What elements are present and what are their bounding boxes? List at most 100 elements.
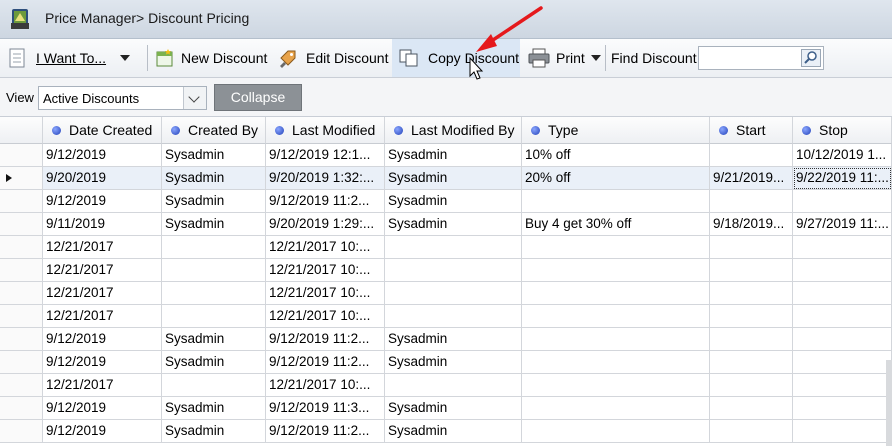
cell-type[interactable] (522, 328, 710, 351)
cell-last-modified-by[interactable] (385, 374, 522, 397)
cell-created-by[interactable]: Sysadmin (162, 144, 266, 167)
row-indicator[interactable] (0, 167, 43, 190)
table-row[interactable]: 9/12/2019 Sysadmin 9/12/2019 12:1... Sysadm… (0, 144, 892, 167)
column-header-last-modified-by[interactable]: Last Modified By (385, 117, 522, 144)
row-indicator[interactable] (0, 259, 43, 282)
cell-start[interactable] (710, 236, 793, 259)
cell-date-created[interactable]: 9/12/2019 (43, 190, 162, 213)
collapse-button[interactable]: Collapse (214, 84, 302, 111)
vertical-scrollbar[interactable] (886, 360, 892, 446)
cell-last-modified-by[interactable] (385, 305, 522, 328)
cell-last-modified[interactable]: 12/21/2017 10:... (266, 259, 385, 282)
row-indicator[interactable] (0, 420, 43, 443)
cell-start[interactable] (710, 328, 793, 351)
cell-start[interactable] (710, 144, 793, 167)
cell-created-by[interactable] (162, 259, 266, 282)
cell-date-created[interactable]: 9/12/2019 (43, 420, 162, 443)
cell-type[interactable]: 10% off (522, 144, 710, 167)
new-discount-button[interactable]: New Discount (155, 39, 267, 77)
cell-date-created[interactable]: 12/21/2017 (43, 259, 162, 282)
cell-type[interactable] (522, 190, 710, 213)
column-header-last-modified[interactable]: Last Modified (266, 117, 385, 144)
cell-date-created[interactable]: 12/21/2017 (43, 236, 162, 259)
column-header-start[interactable]: Start (710, 117, 793, 144)
cell-created-by[interactable] (162, 282, 266, 305)
view-select[interactable]: Active Discounts (38, 86, 207, 110)
table-row[interactable]: 9/12/2019 Sysadmin 9/12/2019 11:2... Sysadm… (0, 351, 892, 374)
cell-last-modified[interactable]: 12/21/2017 10:... (266, 374, 385, 397)
row-indicator[interactable] (0, 351, 43, 374)
cell-type[interactable] (522, 351, 710, 374)
table-row[interactable]: 12/21/2017 12/21/2017 10:... (0, 282, 892, 305)
cell-last-modified-by[interactable] (385, 236, 522, 259)
cell-last-modified[interactable]: 9/12/2019 11:2... (266, 328, 385, 351)
cell-created-by[interactable]: Sysadmin (162, 397, 266, 420)
cell-created-by[interactable]: Sysadmin (162, 351, 266, 374)
row-indicator[interactable] (0, 305, 43, 328)
cell-date-created[interactable]: 9/12/2019 (43, 397, 162, 420)
cell-stop[interactable] (793, 236, 892, 259)
cell-created-by[interactable]: Sysadmin (162, 328, 266, 351)
cell-last-modified[interactable]: 9/20/2019 1:29:... (266, 213, 385, 236)
copy-discount-button[interactable]: Copy Discount (392, 39, 520, 77)
cell-start[interactable] (710, 397, 793, 420)
cell-last-modified-by[interactable]: Sysadmin (385, 167, 522, 190)
view-dropdown-button[interactable] (183, 87, 206, 109)
cell-date-created[interactable]: 9/20/2019 (43, 167, 162, 190)
cell-date-created[interactable]: 12/21/2017 (43, 305, 162, 328)
cell-start[interactable] (710, 190, 793, 213)
cell-last-modified-by[interactable]: Sysadmin (385, 144, 522, 167)
row-indicator[interactable] (0, 374, 43, 397)
row-indicator[interactable] (0, 397, 43, 420)
cell-type[interactable] (522, 420, 710, 443)
cell-created-by[interactable]: Sysadmin (162, 190, 266, 213)
cell-created-by[interactable] (162, 236, 266, 259)
cell-start[interactable] (710, 420, 793, 443)
cell-last-modified[interactable]: 9/12/2019 12:1... (266, 144, 385, 167)
cell-stop[interactable] (793, 328, 892, 351)
cell-type[interactable] (522, 259, 710, 282)
cell-last-modified[interactable]: 12/21/2017 10:... (266, 282, 385, 305)
column-header-stop[interactable]: Stop (793, 117, 892, 144)
cell-stop[interactable] (793, 351, 892, 374)
cell-stop[interactable] (793, 190, 892, 213)
cell-stop[interactable] (793, 282, 892, 305)
cell-stop[interactable] (793, 259, 892, 282)
cell-start[interactable] (710, 282, 793, 305)
cell-start[interactable] (710, 374, 793, 397)
cell-last-modified[interactable]: 9/12/2019 11:2... (266, 190, 385, 213)
cell-date-created[interactable]: 9/12/2019 (43, 144, 162, 167)
table-row[interactable]: 9/12/2019 Sysadmin 9/12/2019 11:3... Sysadm… (0, 397, 892, 420)
row-indicator[interactable] (0, 328, 43, 351)
cell-created-by[interactable] (162, 374, 266, 397)
table-row[interactable]: 12/21/2017 12/21/2017 10:... (0, 305, 892, 328)
cell-stop[interactable] (793, 420, 892, 443)
cell-stop[interactable] (793, 397, 892, 420)
cell-start[interactable]: 9/18/2019... (710, 213, 793, 236)
row-indicator[interactable] (0, 213, 43, 236)
find-discount-input[interactable] (698, 46, 824, 70)
cell-type[interactable] (522, 236, 710, 259)
cell-last-modified[interactable]: 9/20/2019 1:32:... (266, 167, 385, 190)
cell-stop[interactable]: 9/27/2019 11:... (793, 213, 892, 236)
cell-date-created[interactable]: 9/12/2019 (43, 328, 162, 351)
table-row[interactable]: 9/11/2019 Sysadmin 9/20/2019 1:29:... Sysad… (0, 213, 892, 236)
cell-last-modified-by[interactable]: Sysadmin (385, 397, 522, 420)
cell-last-modified-by[interactable]: Sysadmin (385, 190, 522, 213)
cell-date-created[interactable]: 12/21/2017 (43, 282, 162, 305)
cell-type[interactable] (522, 305, 710, 328)
cell-type[interactable]: 20% off (522, 167, 710, 190)
table-row[interactable]: 9/12/2019 Sysadmin 9/12/2019 11:2... Sysadm… (0, 328, 892, 351)
i-want-to-menu[interactable]: I Want To... (8, 39, 144, 77)
column-header-created-by[interactable]: Created By (162, 117, 266, 144)
column-header-type[interactable]: Type (522, 117, 710, 144)
cell-start[interactable] (710, 351, 793, 374)
cell-start[interactable] (710, 259, 793, 282)
row-indicator[interactable] (0, 190, 43, 213)
cell-last-modified[interactable]: 12/21/2017 10:... (266, 305, 385, 328)
cell-stop[interactable] (793, 305, 892, 328)
table-row[interactable]: 12/21/2017 12/21/2017 10:... (0, 259, 892, 282)
cell-last-modified-by[interactable]: Sysadmin (385, 420, 522, 443)
cell-last-modified[interactable]: 9/12/2019 11:2... (266, 420, 385, 443)
row-indicator[interactable] (0, 282, 43, 305)
